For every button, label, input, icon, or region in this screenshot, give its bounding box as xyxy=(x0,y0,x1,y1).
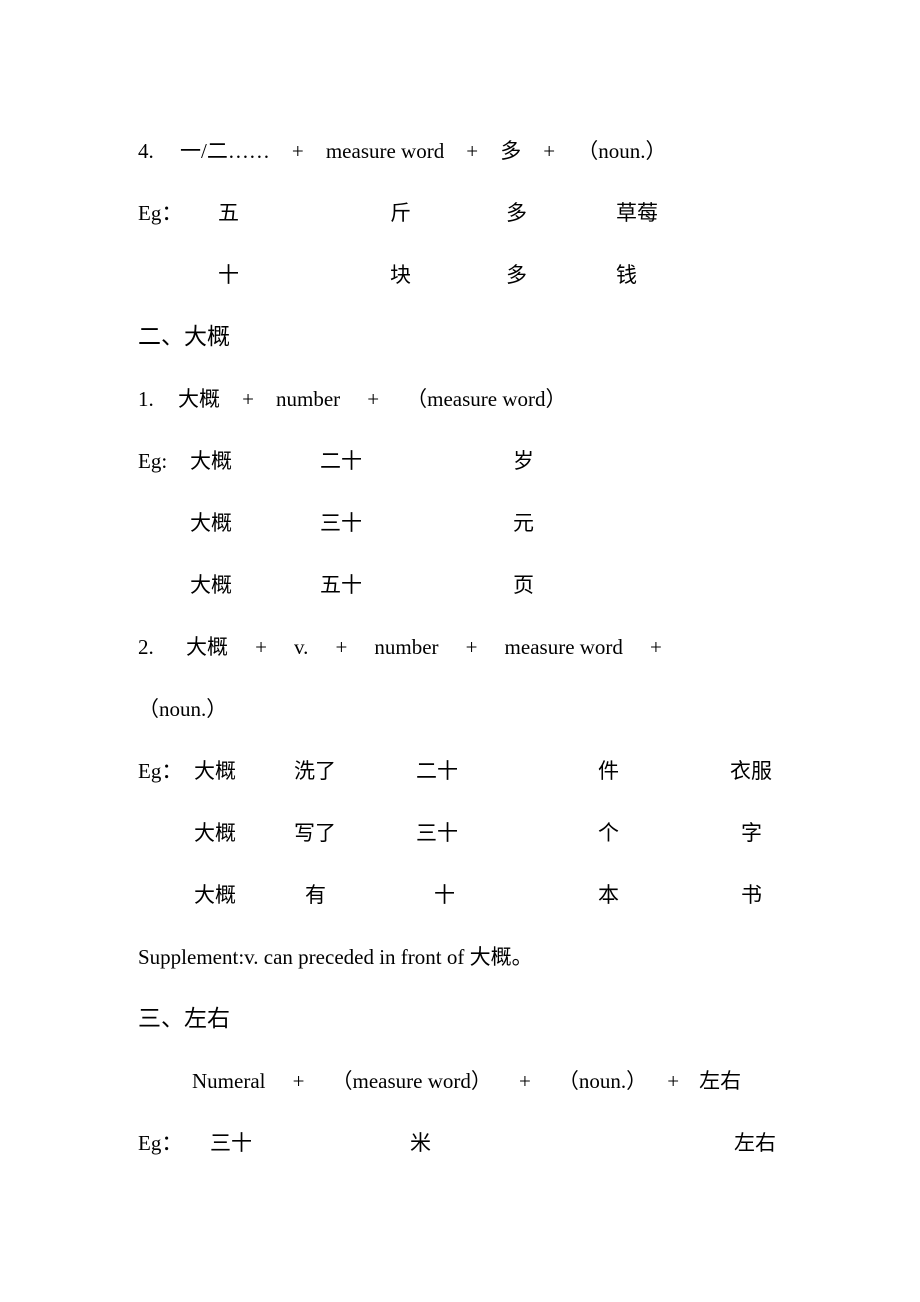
example-cell: 大概 xyxy=(194,821,236,845)
pattern-token: （noun.） xyxy=(557,1069,648,1093)
pattern-plus: + xyxy=(291,139,304,163)
example-cell: 个 xyxy=(598,821,619,845)
example-cell: 多 xyxy=(506,201,527,225)
example-row: Eg： 三十 米 左右 xyxy=(138,1112,838,1174)
pattern-token: measure word xyxy=(325,139,445,163)
example-label: Eg： xyxy=(138,759,183,783)
pattern-token: 大概 xyxy=(178,387,220,411)
example-cell: 写了 xyxy=(294,821,336,845)
pattern-line-1: 1. 大概 + number + （measure word） xyxy=(138,368,838,430)
example-cell: 书 xyxy=(741,883,762,907)
example-cell: 二十 xyxy=(320,449,362,473)
pattern-token: number xyxy=(276,387,341,411)
pattern-token: number xyxy=(374,635,439,659)
example-cell: 米 xyxy=(410,1131,431,1155)
example-cell: 有 xyxy=(305,883,326,907)
pattern-token: v. xyxy=(294,635,309,659)
pattern-plus: + xyxy=(335,635,348,659)
example-row: Eg： 五 斤 多 草莓 xyxy=(138,182,838,244)
pattern-token: （noun.） xyxy=(138,697,228,721)
example-cell: 十 xyxy=(434,883,455,907)
example-label: Eg： xyxy=(138,201,183,225)
pattern-plus: + xyxy=(518,1069,531,1093)
pattern-token: （noun.） xyxy=(577,139,667,163)
pattern-token: （measure word） xyxy=(331,1069,492,1093)
pattern-line-4: 4. 一/二…… + measure word + 多 + （noun.） xyxy=(138,120,838,182)
supplement-note: Supplement:v. can preceded in front of 大… xyxy=(138,945,533,969)
example-cell: 洗了 xyxy=(294,759,336,783)
pattern-number: 4. xyxy=(138,139,154,163)
example-cell: 块 xyxy=(390,263,411,287)
example-cell: 草莓 xyxy=(616,201,658,225)
example-cell: 大概 xyxy=(190,449,232,473)
pattern-number: 2. xyxy=(138,635,154,659)
pattern-line-2: 2. 大概 + v. + number + measure word + xyxy=(138,616,838,678)
example-cell: 三十 xyxy=(320,511,362,535)
pattern-token: 大概 xyxy=(186,635,228,659)
pattern-plus: + xyxy=(465,635,478,659)
pattern-token: （measure word） xyxy=(406,387,567,411)
example-cell: 衣服 xyxy=(730,759,772,783)
example-cell: 左右 xyxy=(734,1131,776,1155)
example-cell: 大概 xyxy=(190,573,232,597)
example-cell: 页 xyxy=(513,573,534,597)
example-row: 大概 有 十 本 书 xyxy=(138,864,838,926)
pattern-plus: + xyxy=(367,387,380,411)
example-row: 大概 写了 三十 个 字 xyxy=(138,802,838,864)
pattern-plus: + xyxy=(543,139,556,163)
example-cell: 本 xyxy=(598,883,619,907)
pattern-plus: + xyxy=(466,139,479,163)
example-cell: 五十 xyxy=(320,573,362,597)
section-heading-three: 三、左右 xyxy=(138,1006,230,1031)
pattern-plus: + xyxy=(292,1069,305,1093)
example-cell: 二十 xyxy=(416,759,458,783)
example-cell: 十 xyxy=(218,263,239,287)
example-row: 十 块 多 钱 xyxy=(138,244,838,306)
example-label: Eg： xyxy=(138,1131,183,1155)
example-cell: 钱 xyxy=(616,263,637,287)
pattern-token: 多 xyxy=(500,139,522,163)
pattern-token: 左右 xyxy=(699,1069,742,1093)
example-cell: 斤 xyxy=(390,201,411,225)
example-cell: 元 xyxy=(513,511,534,535)
example-cell: 多 xyxy=(506,263,527,287)
pattern-token: Numeral xyxy=(192,1069,266,1093)
pattern-plus: + xyxy=(255,635,267,659)
example-cell: 五 xyxy=(218,201,239,225)
section-heading-two: 二、大概 xyxy=(138,324,230,349)
pattern-plus: + xyxy=(242,387,254,411)
example-cell: 大概 xyxy=(194,883,236,907)
pattern-plus: + xyxy=(650,635,662,659)
example-cell: 三十 xyxy=(416,821,458,845)
example-row: 大概 三十 元 xyxy=(138,492,838,554)
example-cell: 件 xyxy=(598,759,619,783)
pattern-plus: + xyxy=(667,1069,680,1093)
example-row: Eg: 大概 二十 岁 xyxy=(138,430,838,492)
example-cell: 字 xyxy=(741,821,762,845)
example-row: Eg： 大概 洗了 二十 件 衣服 xyxy=(138,740,838,802)
pattern-token: measure word xyxy=(504,635,623,659)
pattern-number: 1. xyxy=(138,387,154,411)
example-cell: 大概 xyxy=(194,759,236,783)
pattern-line-2-continuation: （noun.） xyxy=(138,678,838,740)
pattern-line-zuoyou: Numeral + （measure word） + （noun.） + 左右 xyxy=(138,1050,838,1112)
document-page: 4. 一/二…… + measure word + 多 + （noun.） Eg： 五 斤 多… xyxy=(0,0,920,1302)
example-cell: 大概 xyxy=(190,511,232,535)
example-label: Eg: xyxy=(138,449,168,473)
document-body: 4. 一/二…… + measure word + 多 + （noun.） Eg： 五 斤 多… xyxy=(138,120,838,1174)
example-cell: 三十 xyxy=(210,1131,252,1155)
example-row: 大概 五十 页 xyxy=(138,554,838,616)
pattern-token: 一/二…… xyxy=(180,139,270,163)
example-cell: 岁 xyxy=(513,449,534,473)
